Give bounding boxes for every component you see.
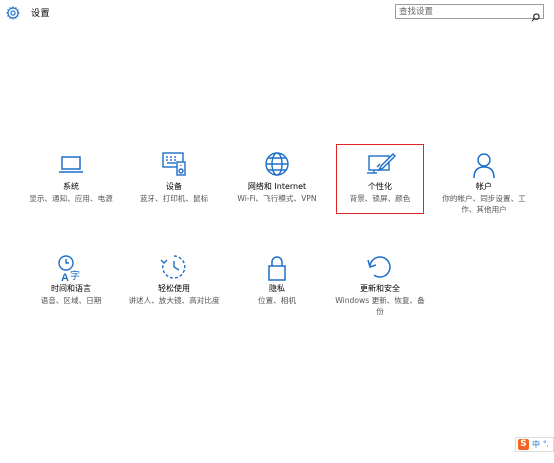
svg-text:字: 字 — [70, 269, 80, 282]
sogou-logo-icon: S — [518, 439, 529, 450]
monitor-icon — [55, 152, 87, 180]
time-language-icon: A 字 — [55, 254, 87, 284]
app-title: 设置 — [31, 9, 51, 19]
tile-label: 个性化 — [368, 182, 392, 191]
tile-label: 轻松使用 — [158, 284, 190, 293]
search-input[interactable] — [399, 5, 531, 18]
person-icon — [468, 152, 500, 180]
tile-description: 语音、区域、日期 — [40, 296, 102, 305]
search-icon[interactable] — [531, 7, 540, 22]
tile-accounts[interactable]: 帐户 你的帐户、同步设置、工作、其他用户 — [436, 152, 532, 214]
tile-ease-of-access[interactable]: 轻松使用 讲述人、放大镜、高对比度 — [126, 254, 222, 316]
personalization-icon — [364, 152, 396, 180]
lock-icon — [261, 254, 293, 282]
globe-icon — [261, 152, 293, 180]
ime-mode[interactable]: 中 — [532, 439, 540, 450]
ime-indicator[interactable]: S 中 °, — [515, 437, 554, 452]
devices-icon — [158, 152, 190, 180]
tile-description: Windows 更新、恢复、备份 — [335, 296, 425, 316]
svg-text:A: A — [61, 272, 69, 282]
gear-icon — [6, 5, 20, 20]
tile-description: 显示、通知、应用、电源 — [29, 194, 113, 203]
tile-network[interactable]: 网络和 Internet Wi-Fi、飞行模式、VPN — [229, 152, 325, 203]
tile-description: 你的帐户、同步设置、工作、其他用户 — [442, 194, 526, 214]
tile-label: 隐私 — [269, 284, 285, 293]
tile-label: 设备 — [166, 182, 182, 191]
tile-system[interactable]: 系统 显示、通知、应用、电源 — [23, 152, 119, 212]
tile-description: 背景、锁屏、颜色 — [349, 194, 411, 203]
tile-personalization[interactable]: 个性化 背景、锁屏、颜色 — [332, 152, 428, 203]
tile-label: 更新和安全 — [360, 284, 400, 293]
tile-devices[interactable]: 设备 蓝牙、打印机、鼠标 — [126, 152, 222, 203]
tile-time-language[interactable]: A 字 时间和语言 语音、区域、日期 — [23, 254, 119, 306]
tile-description: Wi-Fi、飞行模式、VPN — [237, 194, 317, 203]
tile-label: 时间和语言 — [51, 284, 91, 293]
ease-of-access-icon — [158, 254, 190, 282]
ime-punctuation[interactable]: °, — [543, 439, 549, 450]
tile-privacy[interactable]: 隐私 位置、相机 — [229, 254, 325, 306]
tile-label: 帐户 — [476, 182, 492, 191]
title-bar: 设置 — [0, 0, 554, 26]
tile-description: 蓝牙、打印机、鼠标 — [139, 194, 209, 203]
search-box[interactable] — [395, 4, 544, 22]
tile-description: 讲述人、放大镜、高对比度 — [128, 296, 220, 305]
tile-label: 系统 — [63, 182, 79, 191]
update-icon — [364, 254, 396, 282]
tile-label: 网络和 Internet — [247, 182, 307, 191]
tile-description: 位置、相机 — [258, 296, 296, 305]
tile-update-security[interactable]: 更新和安全 Windows 更新、恢复、备份 — [332, 254, 428, 316]
